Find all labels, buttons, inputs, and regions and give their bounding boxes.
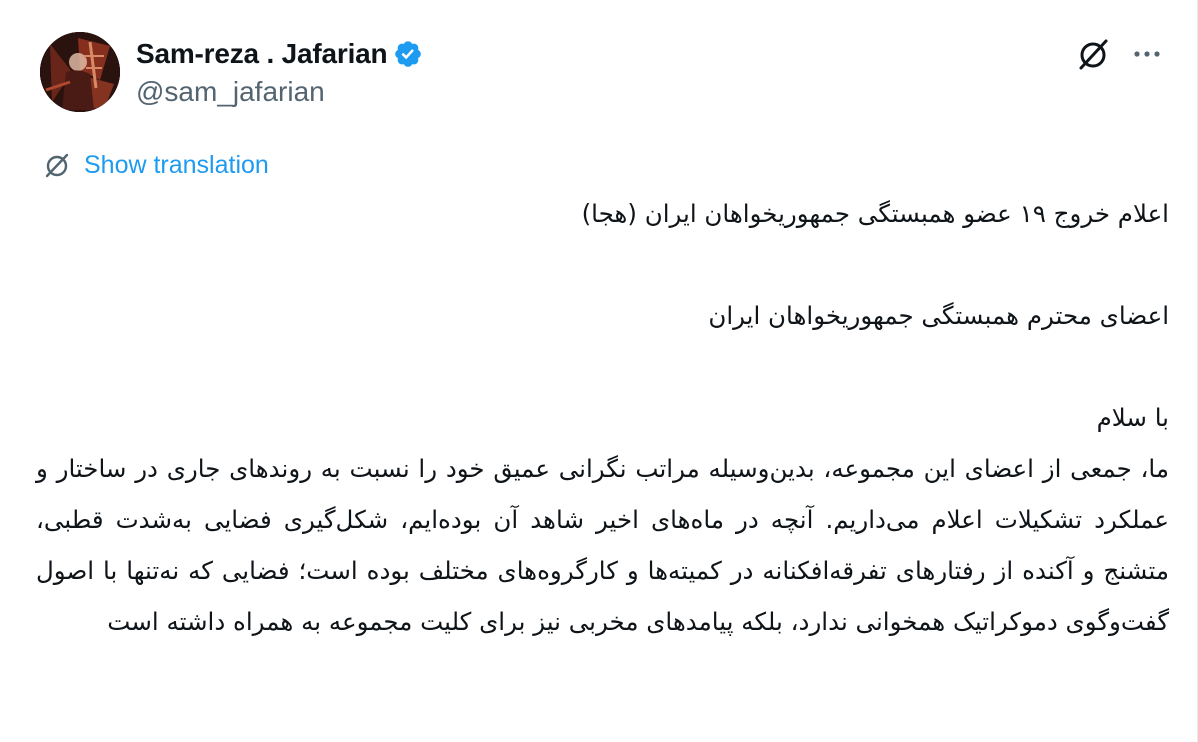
grok-button[interactable] bbox=[1073, 34, 1113, 74]
tweet-card: Sam-reza . Jafarian @sam_jafarian Show t… bbox=[0, 0, 1198, 742]
avatar-image bbox=[40, 32, 120, 112]
tweet-paragraph: ما، جمعی از اعضای این مجموعه، بدین‌وسیله… bbox=[36, 454, 1169, 636]
show-translation-link[interactable]: Show translation bbox=[42, 147, 269, 183]
show-translation-label: Show translation bbox=[84, 150, 269, 179]
tweet-actions-top bbox=[1073, 34, 1167, 74]
tweet-line-title: اعلام خروج ۱۹ عضو همبستگی جمهوریخواهان ا… bbox=[581, 199, 1169, 228]
translate-icon bbox=[45, 153, 69, 178]
tweet-header: Sam-reza . Jafarian @sam_jafarian bbox=[40, 32, 423, 112]
verified-badge-icon[interactable] bbox=[393, 39, 423, 69]
author-handle[interactable]: @sam_jafarian bbox=[136, 76, 423, 108]
author-identity: Sam-reza . Jafarian @sam_jafarian bbox=[136, 36, 423, 108]
profile-avatar[interactable] bbox=[40, 32, 120, 112]
more-options-button[interactable] bbox=[1127, 34, 1167, 74]
tweet-line-salutation: اعضای محترم همبستگی جمهوریخواهان ایران bbox=[708, 301, 1169, 330]
tweet-text: اعلام خروج ۱۹ عضو همبستگی جمهوریخواهان ا… bbox=[36, 188, 1169, 647]
author-display-name[interactable]: Sam-reza . Jafarian bbox=[136, 38, 388, 70]
more-options-icon bbox=[1134, 51, 1160, 57]
tweet-line-greeting: با سلام bbox=[1096, 403, 1169, 432]
grok-icon bbox=[1079, 39, 1108, 70]
name-row: Sam-reza . Jafarian bbox=[136, 36, 423, 72]
